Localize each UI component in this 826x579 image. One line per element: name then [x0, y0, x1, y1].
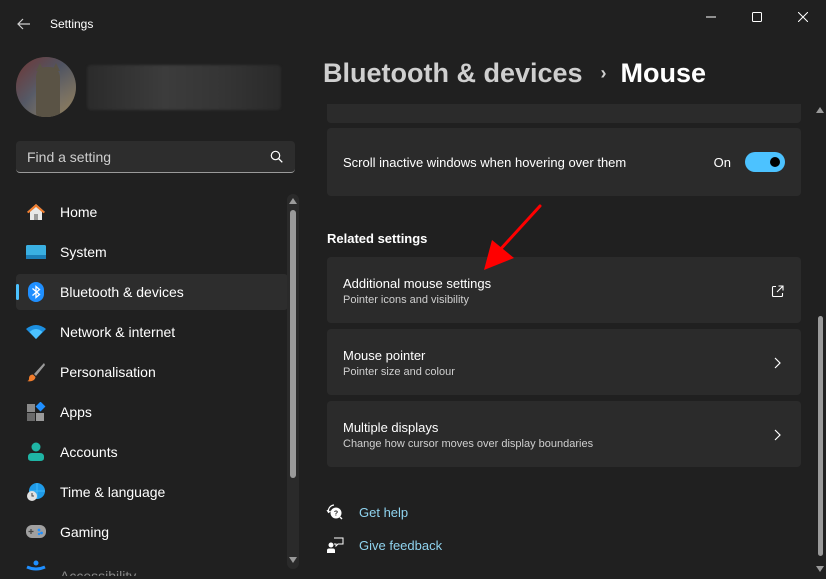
scroll-inactive-label: Scroll inactive windows when hovering ov…	[343, 155, 627, 170]
scroll-down-arrow-icon[interactable]	[816, 566, 824, 572]
sidebar-item-apps[interactable]: Apps	[16, 394, 288, 430]
back-button[interactable]	[12, 12, 36, 36]
sidebar-item-label: Accounts	[60, 444, 118, 460]
sidebar-scrollbar[interactable]	[287, 194, 299, 569]
scroll-down-arrow-icon[interactable]	[289, 557, 297, 563]
search-input[interactable]	[16, 141, 295, 172]
search-box[interactable]	[16, 141, 295, 173]
scrollbar-thumb[interactable]	[290, 210, 296, 478]
scroll-inactive-toggle[interactable]	[745, 152, 785, 172]
title-bar: Settings	[0, 0, 826, 48]
sidebar-item-label: System	[60, 244, 107, 260]
related-settings-heading: Related settings	[327, 231, 428, 246]
toggle-knob	[770, 157, 780, 167]
apps-icon	[26, 402, 46, 422]
related-item-subtitle: Change how cursor moves over display bou…	[343, 438, 594, 450]
related-item-title: Additional mouse settings	[343, 276, 492, 291]
related-item-title: Mouse pointer	[343, 348, 426, 363]
page-title: Mouse	[620, 58, 707, 88]
back-arrow-icon	[17, 18, 30, 30]
maximize-button[interactable]	[734, 4, 780, 30]
close-icon	[798, 12, 808, 22]
scroll-inactive-card: Scroll inactive windows when hovering ov…	[327, 128, 801, 196]
scrollbar-thumb[interactable]	[818, 316, 823, 556]
close-button[interactable]	[780, 4, 826, 30]
sidebar-nav: Home System Bluetooth & devices Network …	[16, 194, 288, 579]
sidebar-item-label: Home	[60, 204, 98, 220]
sidebar-item-personalisation[interactable]: Personalisation	[16, 354, 288, 390]
accessibility-icon	[26, 560, 46, 576]
sidebar-item-label: Gaming	[60, 524, 110, 540]
profile-name-redacted	[87, 65, 281, 110]
globe-clock-icon	[26, 482, 46, 502]
avatar	[16, 57, 76, 117]
external-link-icon	[769, 283, 785, 299]
bluetooth-icon	[26, 282, 46, 302]
chevron-right-icon	[769, 355, 785, 371]
related-item-subtitle: Pointer size and colour	[343, 366, 455, 378]
sidebar-item-accessibility[interactable]: Accessibility	[16, 554, 288, 576]
breadcrumb-separator-icon: ›	[600, 63, 607, 83]
home-icon	[26, 202, 46, 222]
search-icon[interactable]	[270, 150, 283, 163]
sidebar-item-accounts[interactable]: Accounts	[16, 434, 288, 470]
related-item-title: Multiple displays	[343, 420, 439, 435]
svg-text:?: ?	[334, 511, 338, 518]
sidebar-item-label: Bluetooth & devices	[60, 284, 184, 300]
give-feedback-icon	[325, 535, 345, 555]
get-help-link[interactable]: ? Get help	[325, 502, 408, 522]
gamepad-icon	[26, 522, 46, 542]
sidebar-item-home[interactable]: Home	[16, 194, 288, 230]
breadcrumb: Bluetooth & devices › Mouse	[323, 58, 706, 89]
settings-card-partial	[327, 104, 801, 123]
sidebar-item-label: Network & internet	[60, 324, 176, 340]
minimize-button[interactable]	[688, 4, 734, 30]
sidebar-item-bluetooth-devices[interactable]: Bluetooth & devices	[16, 274, 288, 310]
active-indicator	[16, 284, 19, 300]
give-feedback-label: Give feedback	[359, 537, 443, 553]
sidebar-item-label: Accessibility	[60, 568, 137, 576]
sidebar-item-network-internet[interactable]: Network & internet	[16, 314, 288, 350]
toggle-state-label: On	[713, 155, 731, 170]
sidebar-item-system[interactable]: System	[16, 234, 288, 270]
maximize-icon	[752, 12, 762, 22]
minimize-icon	[706, 16, 716, 18]
scroll-up-arrow-icon[interactable]	[289, 198, 297, 204]
account-icon	[26, 442, 46, 462]
breadcrumb-parent[interactable]: Bluetooth & devices	[323, 58, 583, 89]
related-item-mouse-pointer[interactable]: Mouse pointer Pointer size and colour	[327, 329, 801, 395]
brush-icon	[26, 362, 46, 382]
main-scrollbar[interactable]	[815, 104, 825, 574]
get-help-label: Get help	[359, 504, 409, 520]
related-item-additional-mouse-settings[interactable]: Additional mouse settings Pointer icons …	[327, 257, 801, 323]
related-item-subtitle: Pointer icons and visibility	[343, 294, 469, 306]
sidebar-item-time-language[interactable]: Time & language	[16, 474, 288, 510]
wifi-icon	[26, 322, 46, 342]
get-help-icon: ?	[325, 502, 345, 522]
app-title: Settings	[50, 17, 94, 31]
sidebar-item-label: Apps	[60, 404, 92, 420]
related-item-multiple-displays[interactable]: Multiple displays Change how cursor move…	[327, 401, 801, 467]
system-icon	[26, 242, 46, 262]
give-feedback-link[interactable]: Give feedback	[325, 535, 442, 555]
scroll-up-arrow-icon[interactable]	[816, 107, 824, 113]
sidebar-item-label: Time & language	[60, 484, 166, 500]
sidebar-item-label: Personalisation	[60, 364, 156, 380]
sidebar-item-gaming[interactable]: Gaming	[16, 514, 288, 550]
chevron-right-icon	[769, 427, 785, 443]
